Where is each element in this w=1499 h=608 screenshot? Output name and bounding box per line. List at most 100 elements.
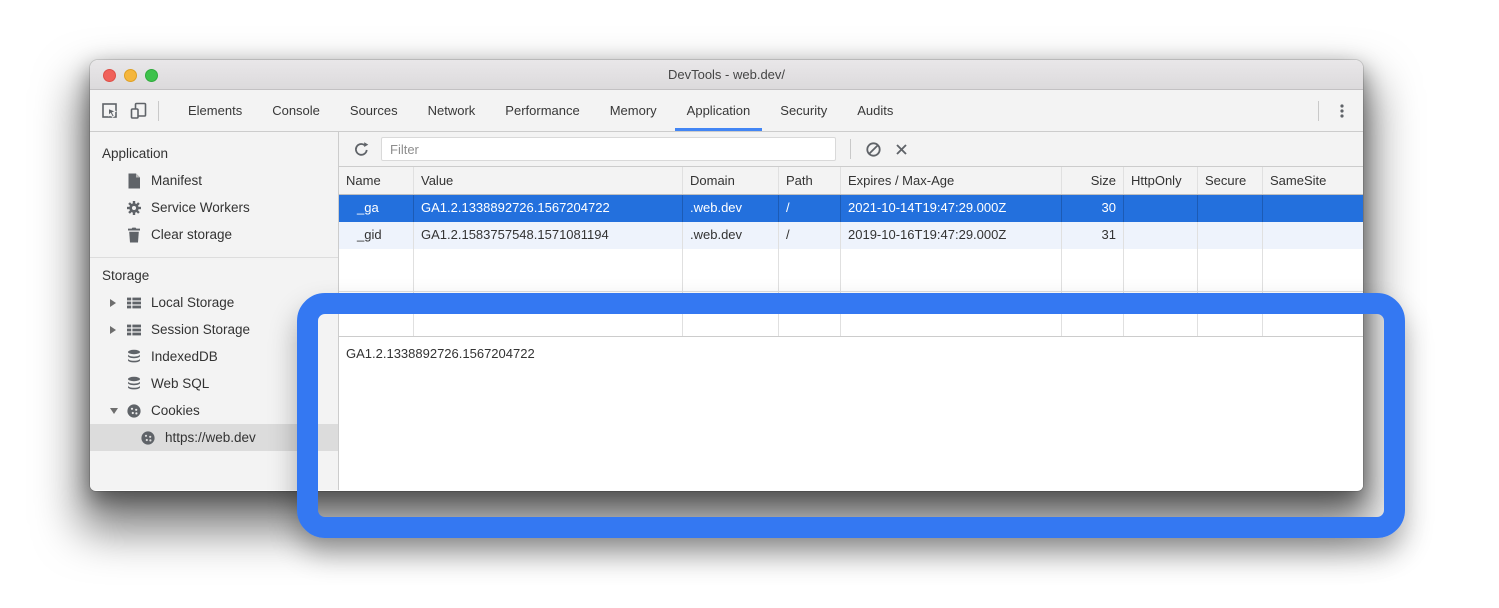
stage: DevTools - web.dev/ [0,0,1499,608]
sidebar-item-label: https://web.dev [165,430,256,445]
window-titlebar[interactable]: DevTools - web.dev/ [90,60,1363,90]
devtools-tabbar: Elements Console Sources Network Perform… [90,90,1363,132]
cookie-icon [140,430,156,446]
close-window-button[interactable] [103,69,116,82]
cell-path[interactable]: / [779,222,841,249]
sidebar-divider [90,257,338,258]
devtools-content: Application Manifest [90,132,1363,490]
column-header-size[interactable]: Size [1062,167,1124,194]
column-header-httponly[interactable]: HttpOnly [1124,167,1198,194]
sidebar-item-clear-storage[interactable]: Clear storage [90,221,338,248]
clear-all-cookies-button[interactable] [859,132,887,166]
column-header-name[interactable]: Name [339,167,414,194]
sidebar-item-label: Session Storage [151,322,250,337]
devtools-window: DevTools - web.dev/ [90,60,1363,491]
sidebar-item-label: IndexedDB [151,349,218,364]
inspect-element-button[interactable] [96,90,124,131]
empty-table-row [339,249,1363,292]
sidebar-item-label: Web SQL [151,376,209,391]
table-icon [126,295,142,311]
tab-network[interactable]: Network [413,90,491,131]
tab-security[interactable]: Security [765,90,842,131]
cell-samesite[interactable] [1263,222,1363,249]
cell-value[interactable]: GA1.2.1583757548.1571081194 [414,222,683,249]
more-options-button[interactable] [1325,90,1359,131]
cell-expires[interactable]: 2021-10-14T19:47:29.000Z [841,195,1062,222]
tab-audits[interactable]: Audits [842,90,908,131]
cookies-pane: Name Value Domain Path Expires / Max-Age… [339,132,1363,490]
cookie-value-preview: GA1.2.1338892726.1567204722 [339,336,1363,490]
tabbar-divider [158,101,159,121]
cell-expires[interactable]: 2019-10-16T19:47:29.000Z [841,222,1062,249]
sidebar-item-local-storage[interactable]: Local Storage [90,289,338,316]
gear-icon [126,200,142,216]
column-header-secure[interactable]: Secure [1198,167,1263,194]
table-icon [126,322,142,338]
tab-memory[interactable]: Memory [595,90,672,131]
manifest-icon [126,173,142,189]
sidebar-section-storage: Storage [90,263,338,289]
cookie-value-text: GA1.2.1338892726.1567204722 [346,346,535,361]
sidebar-item-label: Service Workers [151,200,250,215]
sidebar-item-cookies[interactable]: Cookies [90,397,338,424]
cell-secure[interactable] [1198,195,1263,222]
tab-application[interactable]: Application [672,90,766,131]
column-header-value[interactable]: Value [414,167,683,194]
chevron-down-icon[interactable] [110,408,126,414]
zoom-window-button[interactable] [145,69,158,82]
kebab-menu-icon [1334,103,1350,119]
cell-samesite[interactable] [1263,195,1363,222]
cookies-table: Name Value Domain Path Expires / Max-Age… [339,167,1363,490]
trash-icon [126,227,142,243]
cell-httponly[interactable] [1124,195,1198,222]
column-header-path[interactable]: Path [779,167,841,194]
cookies-toolbar [339,132,1363,167]
tab-sources[interactable]: Sources [335,90,413,131]
sidebar-item-session-storage[interactable]: Session Storage [90,316,338,343]
tabbar-divider-right [1318,101,1319,121]
empty-table-row [339,292,1363,336]
sidebar-item-cookies-web-dev[interactable]: https://web.dev [90,424,338,451]
cell-value[interactable]: GA1.2.1338892726.1567204722 [414,195,683,222]
sidebar-item-web-sql[interactable]: Web SQL [90,370,338,397]
tab-performance[interactable]: Performance [490,90,594,131]
chevron-right-icon[interactable] [110,299,126,307]
cell-size[interactable]: 31 [1062,222,1124,249]
delete-selected-button[interactable] [887,132,915,166]
sidebar-item-label: Cookies [151,403,200,418]
refresh-button[interactable] [347,132,375,166]
panel-tabs: Elements Console Sources Network Perform… [173,90,908,131]
table-row-gid[interactable]: _gid GA1.2.1583757548.1571081194 .web.de… [339,222,1363,249]
device-toolbar-icon [130,102,147,119]
filter-input[interactable] [381,137,836,161]
tab-console[interactable]: Console [257,90,335,131]
toolbar-divider [850,139,851,159]
cell-size[interactable]: 30 [1062,195,1124,222]
column-header-expires[interactable]: Expires / Max-Age [841,167,1062,194]
column-header-samesite[interactable]: SameSite [1263,167,1363,194]
column-header-domain[interactable]: Domain [683,167,779,194]
cell-domain[interactable]: .web.dev [683,195,779,222]
inspect-cursor-icon [101,102,119,120]
cell-path[interactable]: / [779,195,841,222]
cell-secure[interactable] [1198,222,1263,249]
minimize-window-button[interactable] [124,69,137,82]
database-icon [126,349,142,365]
device-toolbar-button[interactable] [124,90,152,131]
tab-elements[interactable]: Elements [173,90,257,131]
sidebar-item-manifest[interactable]: Manifest [90,167,338,194]
database-icon [126,376,142,392]
cell-domain[interactable]: .web.dev [683,222,779,249]
table-row-ga[interactable]: _ga GA1.2.1338892726.1567204722 .web.dev… [339,195,1363,222]
sidebar-item-indexeddb[interactable]: IndexedDB [90,343,338,370]
block-icon [865,141,882,158]
window-title: DevTools - web.dev/ [668,67,785,82]
cell-name[interactable]: _ga [339,195,414,222]
cell-name[interactable]: _gid [339,222,414,249]
table-header-row: Name Value Domain Path Expires / Max-Age… [339,167,1363,195]
sidebar-item-service-workers[interactable]: Service Workers [90,194,338,221]
cell-httponly[interactable] [1124,222,1198,249]
sidebar-item-label: Clear storage [151,227,232,242]
chevron-right-icon[interactable] [110,326,126,334]
close-icon [894,142,909,157]
